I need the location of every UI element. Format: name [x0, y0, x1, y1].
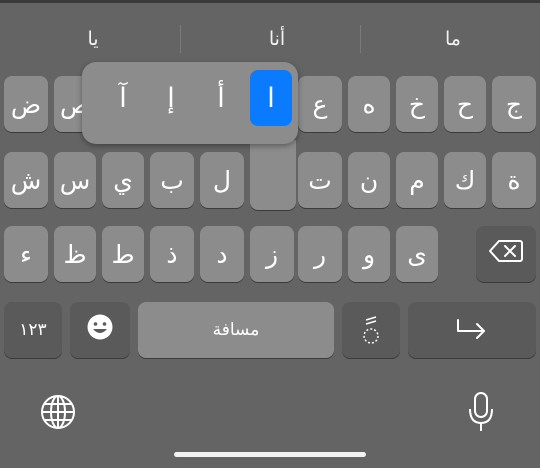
key-label: ع	[312, 89, 328, 119]
key-label: ه	[362, 89, 376, 119]
key-waw[interactable]: و	[348, 226, 390, 282]
alternate-alif-hamza-above[interactable]: أ	[200, 70, 242, 126]
key-ra[interactable]: ر	[298, 226, 342, 282]
key-ain[interactable]: ع	[298, 76, 342, 132]
key-kaf[interactable]: ك	[444, 152, 486, 208]
key-label: ظ	[63, 239, 87, 269]
return-key[interactable]	[408, 302, 536, 358]
diacritic-icon	[356, 314, 386, 346]
key-label: س	[59, 165, 91, 195]
suggestion-divider	[360, 25, 361, 53]
key-label: ح	[456, 89, 474, 119]
emoji-icon	[86, 313, 114, 347]
key-label: ض	[10, 89, 42, 119]
key-label: ز	[265, 239, 279, 269]
key-hha[interactable]: ح	[444, 76, 486, 132]
key-ta[interactable]: ت	[298, 152, 342, 208]
key-alif-maqsura[interactable]: ى	[396, 226, 438, 282]
key-za[interactable]: ظ	[54, 226, 96, 282]
key-label: ج	[505, 89, 523, 119]
suggestion-bar: يا أنا ما	[0, 20, 540, 58]
key-nun[interactable]: ن	[348, 152, 390, 208]
key-label: ة	[507, 165, 521, 195]
backspace-key[interactable]	[476, 226, 536, 282]
key-ta-marbuta[interactable]: ة	[492, 152, 536, 208]
key-label: ت	[308, 165, 332, 195]
space-label: مسافة	[212, 320, 260, 340]
key-alif-pressed[interactable]	[250, 140, 296, 210]
alternate-label: آ	[119, 82, 127, 114]
key-zay[interactable]: ز	[250, 226, 294, 282]
key-label: ك	[454, 165, 476, 195]
key-kha[interactable]: خ	[396, 76, 438, 132]
suggestion-1[interactable]: يا	[8, 20, 178, 58]
key-mim[interactable]: م	[396, 152, 438, 208]
key-label: ل	[212, 165, 232, 195]
alternate-alif-hamza-below[interactable]: إ	[150, 70, 192, 126]
key-label: ى	[407, 239, 427, 269]
key-label: ذ	[166, 239, 178, 269]
key-label: د	[216, 239, 228, 269]
key-label: ب	[160, 165, 184, 195]
key-jim[interactable]: ج	[492, 76, 536, 132]
backspace-icon	[489, 239, 523, 269]
top-divider	[0, 0, 540, 3]
key-dad[interactable]: ض	[4, 76, 48, 132]
key-label: خ	[408, 89, 426, 119]
key-dhal[interactable]: ذ	[150, 226, 194, 282]
suggestion-2[interactable]: أنا	[192, 20, 362, 58]
key-label: ء	[20, 239, 32, 269]
alternate-label: ا	[267, 82, 275, 114]
globe-icon[interactable]	[38, 392, 78, 432]
key-tta[interactable]: ط	[102, 226, 144, 282]
emoji-key[interactable]	[70, 302, 130, 358]
space-key[interactable]: مسافة	[138, 302, 334, 358]
key-ha[interactable]: ه	[348, 76, 390, 132]
alternate-alif-selected[interactable]: ا	[250, 70, 292, 126]
home-indicator	[174, 452, 366, 457]
key-ya[interactable]: ي	[102, 152, 144, 208]
diacritic-key[interactable]	[342, 302, 400, 358]
key-label: ن	[359, 165, 379, 195]
key-sin[interactable]: س	[54, 152, 96, 208]
alternate-label: أ	[217, 82, 225, 114]
key-label: ط	[111, 239, 135, 269]
microphone-icon[interactable]	[464, 390, 498, 434]
key-label: م	[409, 165, 425, 195]
numbers-key[interactable]: ١٢٣	[4, 302, 62, 358]
key-ba[interactable]: ب	[150, 152, 194, 208]
alternate-label: إ	[167, 82, 175, 114]
numbers-label: ١٢٣	[19, 320, 47, 340]
key-label: ي	[113, 165, 133, 195]
key-lam[interactable]: ل	[200, 152, 244, 208]
key-label: ر	[313, 239, 327, 269]
suggestion-3[interactable]: ما	[368, 20, 538, 58]
key-shin[interactable]: ش	[4, 152, 48, 208]
return-icon	[455, 316, 489, 345]
key-label: ش	[10, 165, 42, 195]
key-hamza[interactable]: ء	[4, 226, 48, 282]
key-label: و	[362, 239, 376, 269]
key-dal[interactable]: د	[200, 226, 244, 282]
alternate-alif-madda[interactable]: آ	[102, 70, 144, 126]
suggestion-divider	[180, 25, 181, 53]
